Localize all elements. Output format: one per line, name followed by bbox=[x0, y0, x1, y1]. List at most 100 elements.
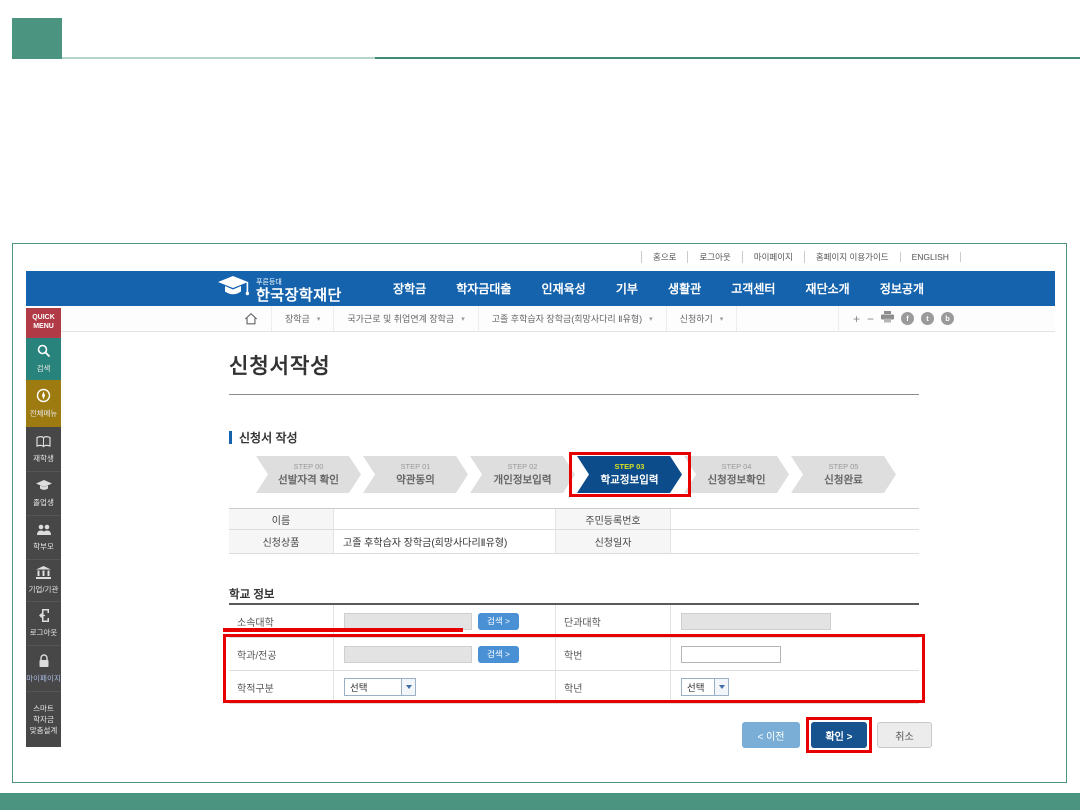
chevron-down-icon: ▾ bbox=[317, 315, 321, 323]
twitter-icon[interactable]: t bbox=[921, 312, 934, 325]
quick-menu-logout[interactable]: 로그아웃 bbox=[26, 602, 61, 646]
step-02: STEP 02 개인정보입력 bbox=[470, 456, 575, 493]
main-navbar: 푸른등대 한국장학재단 장학금 학자금대출 인재육성 기부 생활관 고객센터 재… bbox=[26, 271, 1055, 306]
quick-menu-mypage[interactable]: 마이페이지 bbox=[26, 646, 61, 692]
school-info-title: 학교 정보 bbox=[229, 586, 275, 602]
quick-menu-smart-label: 스마트 학자금 맞춤설계 bbox=[30, 703, 58, 737]
logout-icon bbox=[37, 609, 51, 627]
student-id-value-cell bbox=[671, 638, 919, 670]
applicant-info-table: 이름 주민등록번호 신청상품 고졸 후학습자 장학금(희망사다리Ⅱ유형) 신청일… bbox=[229, 508, 919, 554]
breadcrumb-item-apply[interactable]: 신청하기 ▾ bbox=[666, 306, 738, 331]
step-04: STEP 04 신청정보확인 bbox=[684, 456, 789, 493]
nav-item-dormitory[interactable]: 생활관 bbox=[668, 280, 701, 297]
search-icon bbox=[37, 344, 51, 363]
step-03-active: STEP 03 학교정보입력 bbox=[577, 456, 682, 493]
quick-menu-mypage-label: 마이페이지 bbox=[26, 675, 61, 683]
nav-item-customer-center[interactable]: 고객센터 bbox=[731, 280, 775, 297]
grade-label: 학년 bbox=[556, 671, 671, 703]
university-search-button[interactable]: 검색 > bbox=[478, 613, 519, 630]
quick-menu-parents[interactable]: 학부모 bbox=[26, 516, 61, 560]
breadcrumb-item-scholarship[interactable]: 장학금 ▾ bbox=[271, 306, 333, 331]
step-label: 학교정보입력 bbox=[601, 472, 659, 487]
utility-link-logout[interactable]: 로그아웃 bbox=[687, 251, 741, 263]
section-title: 신청서 작성 bbox=[239, 429, 298, 446]
nav-item-talent[interactable]: 인재육성 bbox=[542, 280, 586, 297]
print-icon[interactable] bbox=[881, 310, 894, 328]
utility-link-guide[interactable]: 홈페이지 이용가이드 bbox=[804, 251, 900, 263]
select-arrow-icon bbox=[401, 679, 415, 695]
cancel-button[interactable]: 취소 bbox=[877, 722, 932, 748]
chevron-down-icon: ▾ bbox=[649, 315, 653, 323]
graduation-cap-logo-icon bbox=[218, 275, 250, 305]
kosaf-logo[interactable]: 푸른등대 한국장학재단 bbox=[218, 275, 342, 305]
step-01: STEP 01 약관동의 bbox=[363, 456, 468, 493]
quick-menu-logout-label: 로그아웃 bbox=[30, 629, 58, 637]
website-screenshot-frame: 홈으로 로그아웃 마이페이지 홈페이지 이용가이드 ENGLISH 푸른등대 한… bbox=[12, 243, 1067, 783]
select-arrow-icon bbox=[714, 679, 728, 695]
name-value-cell bbox=[334, 509, 556, 529]
breadcrumb-item-work-study[interactable]: 국가근로 및 취업연계 장학금 ▾ bbox=[333, 306, 477, 331]
utility-link-english[interactable]: ENGLISH bbox=[900, 252, 961, 262]
people-icon bbox=[36, 523, 52, 541]
quick-menu-all-menu[interactable]: 전체메뉴 bbox=[26, 380, 61, 427]
home-icon[interactable] bbox=[244, 312, 258, 331]
logo-text: 푸른등대 한국장학재단 bbox=[256, 279, 342, 305]
breadcrumb-item-program[interactable]: 고졸 후학습자 장학금(희망사다리 Ⅱ유형) ▾ bbox=[478, 306, 666, 331]
step-label: 신청정보확인 bbox=[708, 472, 766, 487]
quick-menu-search-label: 검색 bbox=[37, 365, 51, 373]
quick-menu-all-label: 전체메뉴 bbox=[30, 410, 58, 418]
blog-icon[interactable]: b bbox=[941, 312, 954, 325]
nav-item-disclosure[interactable]: 정보공개 bbox=[880, 280, 924, 297]
title-divider bbox=[229, 394, 919, 395]
graduation-cap-icon bbox=[36, 479, 52, 497]
university-label: 소속대학 bbox=[229, 605, 334, 637]
resident-number-value-cell bbox=[671, 509, 919, 529]
step-number: STEP 00 bbox=[294, 462, 324, 471]
step-label: 선발자격 확인 bbox=[278, 472, 339, 487]
page-tools: + − f t b bbox=[838, 306, 954, 331]
nav-item-scholarship[interactable]: 장학금 bbox=[393, 280, 426, 297]
college-input[interactable] bbox=[681, 613, 831, 630]
quick-menu-company[interactable]: 기업/기관 bbox=[26, 560, 61, 602]
quick-menu-smart-plan[interactable]: 스마트 학자금 맞춤설계 bbox=[26, 692, 61, 747]
facebook-icon[interactable]: f bbox=[901, 312, 914, 325]
quick-menu-header: QUICK MENU bbox=[26, 308, 61, 338]
utility-link-home[interactable]: 홈으로 bbox=[641, 251, 687, 263]
table-row: 신청상품 고졸 후학습자 장학금(희망사다리Ⅱ유형) 신청일자 bbox=[229, 530, 919, 554]
zoom-in-icon[interactable]: + bbox=[853, 313, 860, 325]
quick-menu-search[interactable]: 검색 bbox=[26, 338, 61, 380]
prev-button[interactable]: < 이전 bbox=[742, 722, 800, 748]
select-value: 선택 bbox=[682, 680, 704, 694]
enroll-status-select[interactable]: 선택 bbox=[344, 678, 416, 696]
nav-item-donation[interactable]: 기부 bbox=[616, 280, 638, 297]
enroll-status-value-cell: 선택 bbox=[334, 671, 556, 703]
quick-menu-enrolled[interactable]: 재학생 bbox=[26, 427, 61, 472]
utility-link-mypage[interactable]: 마이페이지 bbox=[742, 251, 804, 263]
step-number: STEP 01 bbox=[401, 462, 431, 471]
department-input[interactable] bbox=[344, 646, 472, 663]
step-label: 신청완료 bbox=[824, 472, 863, 487]
university-input[interactable] bbox=[344, 613, 472, 630]
apply-date-value-cell bbox=[671, 530, 919, 553]
breadcrumb-label: 고졸 후학습자 장학금(희망사다리 Ⅱ유형) bbox=[492, 312, 642, 325]
quick-menu-company-label: 기업/기관 bbox=[29, 586, 59, 594]
utility-links: 홈으로 로그아웃 마이페이지 홈페이지 이용가이드 ENGLISH bbox=[641, 251, 961, 263]
breadcrumb-label: 장학금 bbox=[285, 312, 310, 325]
quick-menu: QUICK MENU 검색 전체메뉴 bbox=[26, 308, 61, 747]
department-search-button[interactable]: 검색 > bbox=[478, 646, 519, 663]
nav-item-loans[interactable]: 학자금대출 bbox=[456, 280, 511, 297]
resident-number-label-cell: 주민등록번호 bbox=[556, 509, 671, 529]
select-value: 선택 bbox=[345, 680, 367, 694]
quick-menu-graduate-label: 졸업생 bbox=[33, 499, 54, 507]
quick-menu-graduate[interactable]: 졸업생 bbox=[26, 472, 61, 516]
header-divider-line bbox=[12, 57, 1080, 59]
confirm-button[interactable]: 확인 > bbox=[811, 722, 867, 748]
grade-select[interactable]: 선택 bbox=[681, 678, 729, 696]
section-accent-bar bbox=[229, 431, 232, 444]
nav-item-about[interactable]: 재단소개 bbox=[806, 280, 850, 297]
lock-icon bbox=[38, 654, 50, 673]
table-row: 소속대학 검색 > 단과대학 bbox=[229, 605, 919, 638]
chevron-down-icon: ▾ bbox=[720, 315, 724, 323]
student-id-input[interactable] bbox=[681, 646, 781, 663]
zoom-out-icon[interactable]: − bbox=[867, 313, 874, 325]
